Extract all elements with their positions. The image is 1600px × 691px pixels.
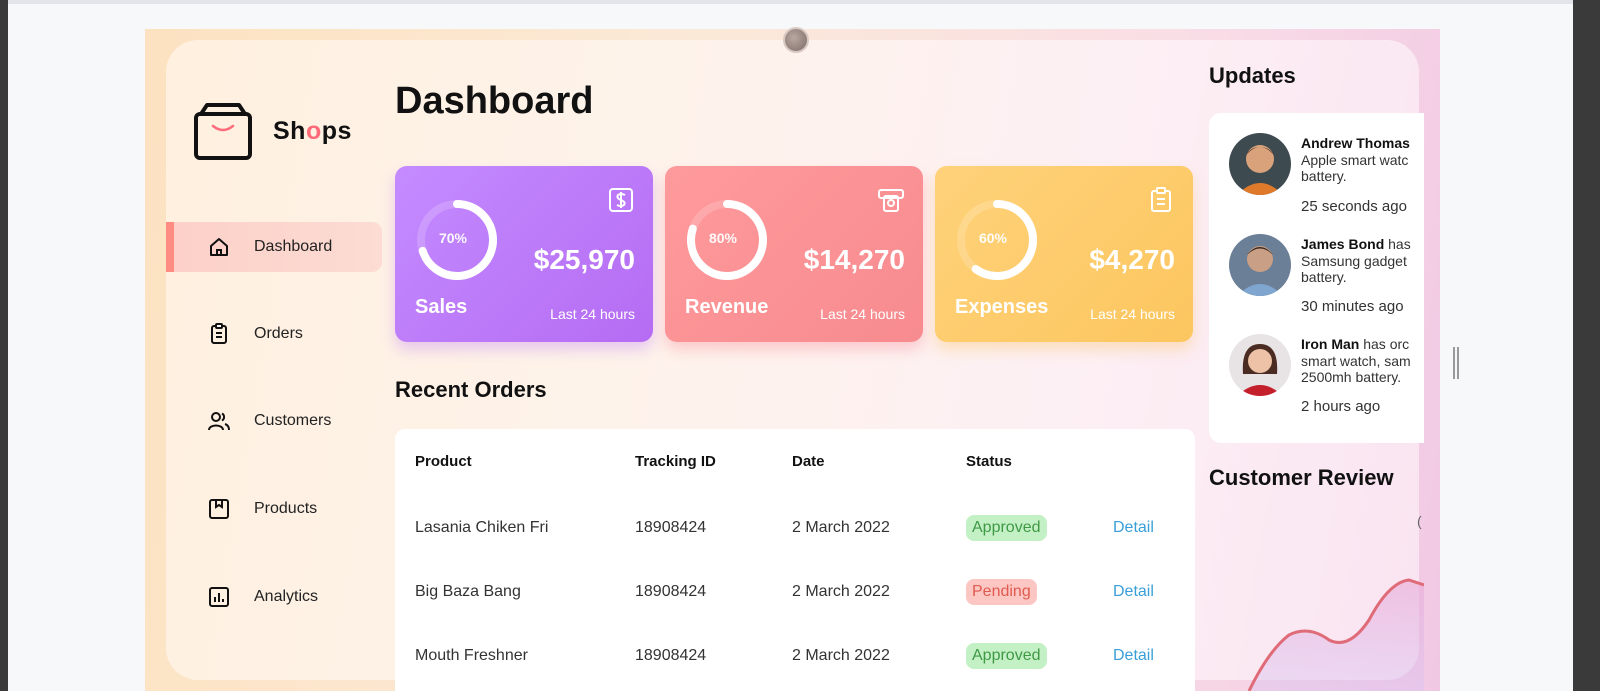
updates-title: Updates [1209, 63, 1296, 88]
card-value: $25,970 [533, 244, 635, 275]
dollar-icon [609, 188, 633, 212]
sidebar-item-label: Analytics [254, 588, 319, 605]
expenses-card[interactable]: 60% Expenses $4,270 Last 24 hours [935, 166, 1193, 342]
column-header[interactable]: Date [792, 453, 825, 470]
date-cell: 2 March 2022 [792, 647, 890, 664]
window-edge-right [1573, 0, 1600, 691]
sidebar-item-customers[interactable]: Customers [166, 396, 382, 446]
progress-percent: 60% [978, 230, 1008, 246]
brand-name: Shops [273, 117, 352, 145]
update-message: Andrew Thomas Apple smart watc battery. [1301, 135, 1410, 185]
review-chart: ( [1247, 513, 1424, 691]
progress-percent: 70% [438, 230, 468, 246]
sidebar-item-orders[interactable]: Orders [166, 309, 382, 359]
window-edge-left [0, 0, 8, 691]
progress-percent: 80% [708, 230, 738, 246]
update-time: 25 seconds ago [1301, 198, 1407, 215]
update-time: 2 hours ago [1301, 398, 1381, 415]
card-period: Last 24 hours [820, 306, 905, 322]
column-header[interactable]: Tracking ID [635, 453, 716, 470]
sidebar-item-products[interactable]: Products [166, 484, 382, 534]
card-period: Last 24 hours [1090, 306, 1175, 322]
page-title: Dashboard [395, 80, 594, 122]
column-header[interactable]: Product [415, 453, 472, 470]
tracking-cell: 18908424 [635, 647, 707, 664]
update-time: 30 minutes ago [1301, 298, 1404, 315]
clipboard-icon [1151, 187, 1171, 212]
detail-link[interactable]: Detail [1113, 583, 1154, 601]
date-cell: 2 March 2022 [792, 583, 890, 600]
sidebar-item-label: Products [254, 500, 318, 517]
sidebar-item-label: Orders [254, 325, 303, 342]
resize-handle[interactable] [1453, 347, 1459, 379]
users-icon [206, 408, 232, 434]
money-icon [878, 189, 904, 212]
sales-card[interactable]: 70% Sales $25,970 Last 24 hours [395, 166, 653, 342]
card-label: Revenue [685, 296, 769, 318]
card-value: $14,270 [803, 244, 905, 275]
status-badge: Approved [966, 515, 1047, 541]
home-icon [206, 234, 232, 260]
status-badge: Approved [966, 643, 1047, 669]
top-strip [8, 0, 1573, 4]
card-period: Last 24 hours [550, 306, 635, 322]
product-cell: Mouth Freshner [415, 647, 528, 664]
sidebar-item-analytics[interactable]: Analytics [166, 572, 382, 622]
tracking-cell: 18908424 [635, 583, 707, 600]
update-message: Iron Man has orc smart watch, sam 2500mh… [1301, 336, 1411, 386]
sidebar-item-label: Dashboard [254, 238, 333, 255]
detail-link[interactable]: Detail [1113, 647, 1154, 665]
column-header[interactable]: Status [966, 453, 1012, 470]
chart-icon [206, 584, 232, 610]
card-label: Expenses [955, 296, 1049, 318]
updates-list: Andrew Thomas Apple smart watc battery. … [1209, 113, 1424, 443]
camera-dot [783, 27, 809, 53]
box-icon [206, 496, 232, 522]
clipboard-icon [206, 321, 232, 347]
update-message: James Bond has Samsung gadget battery. [1301, 236, 1411, 286]
status-badge: Pending [966, 579, 1037, 605]
sidebar-item-label: Customers [254, 412, 332, 429]
tracking-cell: 18908424 [635, 519, 707, 536]
revenue-card[interactable]: 80% Revenue $14,270 Last 24 hours [665, 166, 923, 342]
shopping-bag-logo-icon [194, 103, 252, 160]
date-cell: 2 March 2022 [792, 519, 890, 536]
detail-link[interactable]: Detail [1113, 519, 1154, 537]
avatar [1229, 234, 1291, 296]
chart-label: ( [1417, 513, 1422, 529]
avatar [1229, 133, 1291, 195]
orders-table: Product Tracking ID Date Status Lasania … [395, 429, 1195, 691]
card-value: $4,270 [1089, 244, 1175, 275]
product-cell: Big Baza Bang [415, 583, 521, 600]
sidebar-item-dashboard[interactable]: Dashboard [166, 222, 382, 272]
avatar [1229, 334, 1291, 396]
customer-review-title: Customer Review [1209, 465, 1394, 490]
recent-orders-title: Recent Orders [395, 377, 547, 402]
card-label: Sales [415, 296, 468, 318]
product-cell: Lasania Chiken Fri [415, 519, 549, 536]
